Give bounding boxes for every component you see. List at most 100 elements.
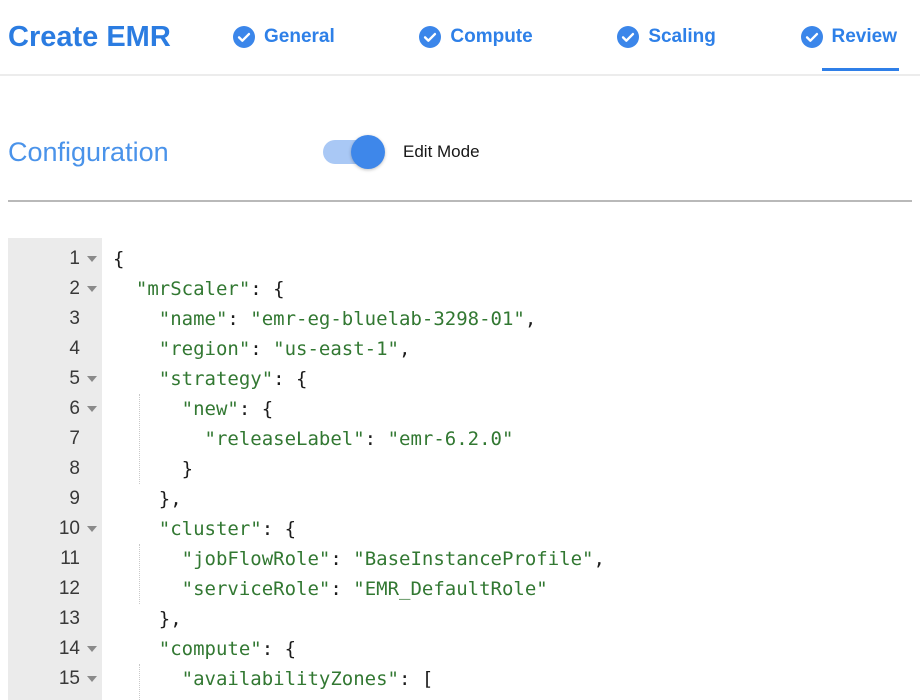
fold-spacer xyxy=(83,581,100,597)
json-punct-token: : { xyxy=(250,278,284,300)
json-punct-token xyxy=(113,398,182,420)
tab-compute[interactable]: Compute xyxy=(419,26,532,48)
json-punct-token xyxy=(113,278,136,300)
edit-mode-toggle[interactable] xyxy=(323,140,379,164)
gutter-row-13: 13 xyxy=(8,604,102,634)
tab-general[interactable]: General xyxy=(233,26,335,48)
json-punct-token: : xyxy=(330,548,353,570)
toggle-thumb[interactable] xyxy=(351,135,385,169)
page-title: Create EMR xyxy=(8,21,233,54)
json-punct-token: : { xyxy=(262,518,296,540)
json-string-token: "strategy" xyxy=(159,368,273,390)
fold-spacer xyxy=(83,551,100,567)
json-punct-token: : xyxy=(365,428,388,450)
indent-guide xyxy=(139,664,140,700)
json-punct-token xyxy=(113,668,182,690)
check-circle-icon xyxy=(419,26,441,48)
tab-scaling[interactable]: Scaling xyxy=(617,26,716,48)
json-punct-token: : { xyxy=(262,638,296,660)
json-punct-token xyxy=(113,548,182,570)
code-line-2[interactable]: "mrScaler": { xyxy=(113,274,920,304)
code-line-14[interactable]: "compute": { xyxy=(113,634,920,664)
gutter-row-5: 5 xyxy=(8,364,102,394)
json-string-token: "compute" xyxy=(159,638,262,660)
gutter-row-2: 2 xyxy=(8,274,102,304)
code-line-15[interactable]: "availabilityZones": [ xyxy=(113,664,920,694)
line-number: 3 xyxy=(69,308,80,330)
wizard-header: Create EMR General Compute Scaling Review xyxy=(0,0,920,76)
json-string-token: "releaseLabel" xyxy=(205,428,365,450)
tab-label: Scaling xyxy=(648,26,716,48)
fold-spacer xyxy=(83,491,100,507)
fold-spacer xyxy=(83,341,100,357)
fold-arrow-icon[interactable] xyxy=(83,251,100,267)
json-punct-token: , xyxy=(593,548,604,570)
json-string-token: "availabilityZones" xyxy=(182,668,399,690)
code-line-7[interactable]: "releaseLabel": "emr-6.2.0" xyxy=(113,424,920,454)
json-string-token: "BaseInstanceProfile" xyxy=(353,548,593,570)
json-string-token: "cluster" xyxy=(159,518,262,540)
gutter-row-11: 11 xyxy=(8,544,102,574)
json-punct-token: : xyxy=(330,578,353,600)
code-line-13[interactable]: }, xyxy=(113,604,920,634)
json-punct-token xyxy=(113,578,182,600)
json-punct-token: }, xyxy=(113,488,182,510)
json-string-token: "emr-eg-bluelab-3298-01" xyxy=(250,308,525,330)
tab-label: Review xyxy=(832,26,897,48)
line-number: 7 xyxy=(69,428,80,450)
code-line-11[interactable]: "jobFlowRole": "BaseInstanceProfile", xyxy=(113,544,920,574)
line-number: 1 xyxy=(69,248,80,270)
gutter-row-7: 7 xyxy=(8,424,102,454)
json-punct-token xyxy=(113,428,205,450)
code-line-6[interactable]: "new": { xyxy=(113,394,920,424)
line-number: 15 xyxy=(59,668,80,690)
fold-spacer xyxy=(83,311,100,327)
json-string-token: "mrScaler" xyxy=(136,278,250,300)
fold-spacer xyxy=(83,611,100,627)
line-number: 5 xyxy=(69,368,80,390)
json-string-token: "new" xyxy=(182,398,239,420)
json-string-token: "name" xyxy=(159,308,228,330)
indent-guide xyxy=(139,394,140,484)
fold-arrow-icon[interactable] xyxy=(83,671,100,687)
create-emr-page: Create EMR General Compute Scaling Review C… xyxy=(0,0,920,700)
fold-arrow-icon[interactable] xyxy=(83,401,100,417)
fold-spacer xyxy=(83,461,100,477)
wizard-steps: General Compute Scaling Review xyxy=(233,26,897,48)
json-punct-token: , xyxy=(399,338,410,360)
json-punct-token xyxy=(113,308,159,330)
code-line-3[interactable]: "name": "emr-eg-bluelab-3298-01", xyxy=(113,304,920,334)
fold-arrow-icon[interactable] xyxy=(83,371,100,387)
code-line-12[interactable]: "serviceRole": "EMR_DefaultRole" xyxy=(113,574,920,604)
code-line-1[interactable]: { xyxy=(113,244,920,274)
fold-arrow-icon[interactable] xyxy=(83,521,100,537)
check-circle-icon xyxy=(801,26,823,48)
code-line-8[interactable]: } xyxy=(113,454,920,484)
code-line-10[interactable]: "cluster": { xyxy=(113,514,920,544)
check-circle-icon xyxy=(233,26,255,48)
json-punct-token: } xyxy=(113,458,193,480)
editor-code-area[interactable]: { "mrScaler": { "name": "emr-eg-bluelab-… xyxy=(102,238,920,700)
gutter-row-16: 16 xyxy=(8,694,102,700)
line-number: 4 xyxy=(69,338,80,360)
json-editor[interactable]: 12345678910111213141516 { "mrScaler": { … xyxy=(8,238,920,700)
code-line-16[interactable]: { xyxy=(113,694,920,700)
json-punct-token: , xyxy=(525,308,536,330)
fold-arrow-icon[interactable] xyxy=(83,641,100,657)
code-line-9[interactable]: }, xyxy=(113,484,920,514)
tab-review[interactable]: Review xyxy=(801,26,897,48)
json-punct-token xyxy=(113,368,159,390)
line-number: 10 xyxy=(59,518,80,540)
gutter-row-10: 10 xyxy=(8,514,102,544)
line-number: 14 xyxy=(59,638,80,660)
edit-mode-label: Edit Mode xyxy=(403,142,480,162)
json-punct-token xyxy=(113,638,159,660)
json-string-token: "emr-6.2.0" xyxy=(388,428,514,450)
code-line-5[interactable]: "strategy": { xyxy=(113,364,920,394)
gutter-row-6: 6 xyxy=(8,394,102,424)
gutter-row-12: 12 xyxy=(8,574,102,604)
gutter-row-1: 1 xyxy=(8,244,102,274)
line-number: 2 xyxy=(69,278,80,300)
code-line-4[interactable]: "region": "us-east-1", xyxy=(113,334,920,364)
fold-arrow-icon[interactable] xyxy=(83,281,100,297)
